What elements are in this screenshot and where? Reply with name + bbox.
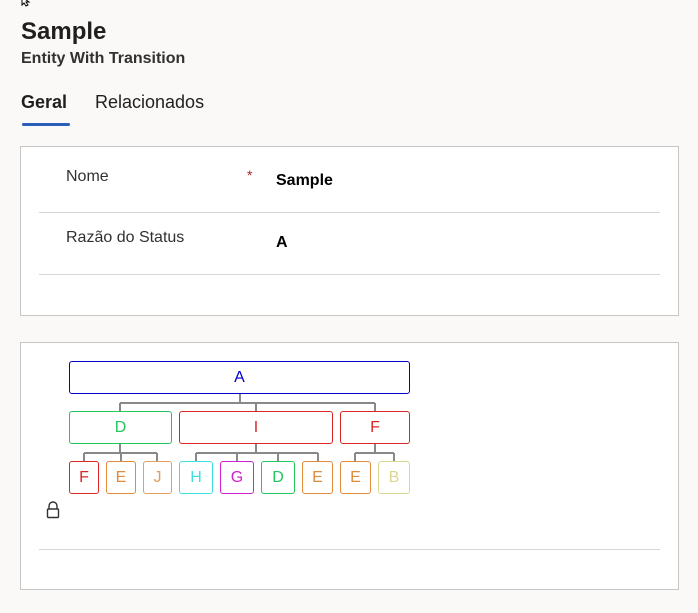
transition-section: A D I F F E J H G D E E B (20, 342, 679, 590)
field-value-nome[interactable]: Sample (276, 172, 333, 190)
tree-node-label: E (312, 468, 323, 486)
tree-node-label: D (114, 418, 127, 436)
tree-node-level3[interactable]: E (302, 461, 333, 494)
tree-node-level3[interactable]: B (378, 461, 410, 494)
field-value-status-reason[interactable]: A (276, 234, 288, 252)
tree-node-label: B (388, 468, 400, 486)
field-label-status-reason: Razão do Status (66, 229, 185, 246)
tree-node-label: J (153, 468, 162, 486)
tree-node-level3[interactable]: J (143, 461, 172, 494)
tree-node-root[interactable]: A (69, 361, 410, 394)
tree-node-label: G (230, 468, 244, 486)
field-label-nome: Nome (66, 168, 109, 185)
tree-node-level3[interactable]: G (220, 461, 254, 494)
tree-node-level2[interactable]: I (179, 411, 333, 444)
tree-node-label: F (79, 468, 89, 486)
divider (39, 212, 660, 213)
entity-name: Entity With Transition (21, 50, 186, 67)
tree-node-level3[interactable]: F (69, 461, 99, 494)
tree-node-level2[interactable]: D (69, 411, 172, 444)
required-indicator: * (247, 167, 253, 183)
divider (39, 274, 660, 275)
tree-node-level2[interactable]: F (340, 411, 410, 444)
tree-node-label: A (234, 368, 245, 386)
tree-node-label: H (190, 468, 202, 486)
lock-icon (46, 501, 60, 519)
tree-node-level3[interactable]: E (106, 461, 136, 494)
tree-node-label: I (253, 418, 259, 436)
tree-node-level3[interactable]: H (179, 461, 213, 494)
tab-geral[interactable]: Geral (21, 92, 67, 113)
divider (39, 549, 660, 550)
tree-node-label: E (115, 468, 127, 486)
tree-node-level3[interactable]: E (340, 461, 371, 494)
tree-node-label: D (272, 468, 284, 486)
tree-node-level3[interactable]: D (261, 461, 295, 494)
general-section: Nome * Sample Razão do Status A (20, 146, 679, 316)
tree-node-label: F (370, 418, 380, 436)
mouse-cursor-icon (21, 0, 31, 7)
tree-node-label: E (350, 468, 361, 486)
active-tab-indicator (22, 123, 70, 126)
record-title: Sample (21, 18, 107, 45)
tab-relacionados[interactable]: Relacionados (95, 92, 204, 113)
